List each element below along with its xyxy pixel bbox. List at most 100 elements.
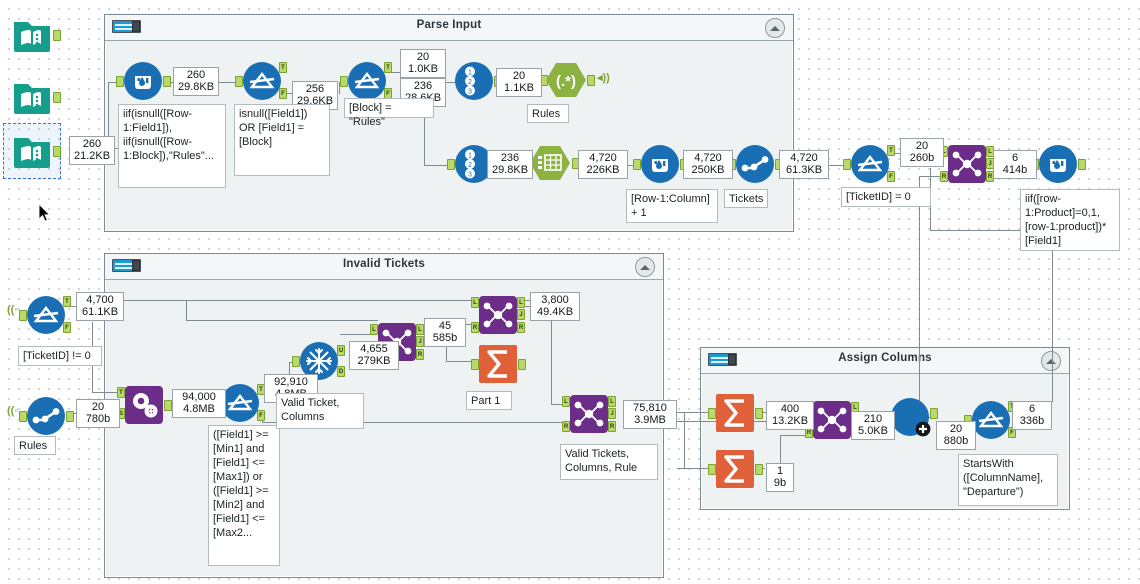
filter-tool[interactable]: T F [843,145,895,183]
filter-tool[interactable]: ((◦ T F [7,296,71,334]
output-connector[interactable] [755,464,763,475]
tool-label[interactable]: Rules [14,436,56,455]
join-label[interactable]: Valid Ticket, Columns [276,393,364,429]
tool-label[interactable]: Part 1 [466,391,512,410]
join-output-connector[interactable]: J [517,309,525,320]
input-data-tool[interactable] [12,78,61,116]
filter-tool[interactable]: T F [213,384,265,422]
false-output-connector[interactable]: F [279,88,287,99]
left-output-connector[interactable]: L [608,396,616,407]
target-input-connector[interactable]: T [117,387,125,398]
chevron-up-icon[interactable] [765,18,785,38]
false-output-connector[interactable]: F [257,410,265,421]
record-count-bubble[interactable]: 3,800 49.4KB [530,292,580,321]
right-input-connector[interactable]: R [471,322,479,333]
input-connector[interactable] [292,356,300,367]
left-output-connector[interactable]: L [517,297,525,308]
input-connector[interactable] [708,464,716,475]
filter-annotation[interactable]: [Block] = "Rules" [344,98,434,128]
record-count-bubble[interactable]: 260 21.2KB [69,136,115,165]
record-count-bubble[interactable]: 20 780b [76,399,120,428]
true-output-connector[interactable]: T [384,62,392,73]
true-output-connector[interactable]: T [63,296,71,307]
unique-output-connector[interactable]: U [337,345,345,356]
join-label[interactable]: Valid Tickets, Columns, Rule [560,444,658,480]
left-input-connector[interactable]: L [562,396,570,407]
record-count-bubble[interactable]: 1 9b [766,463,794,492]
record-count-bubble[interactable]: 20 1.0KB [400,49,446,78]
left-output-connector[interactable]: L [416,324,424,335]
record-count-bubble[interactable]: 4,700 61.1KB [76,292,124,321]
input-connector[interactable] [447,159,455,170]
record-id-tool[interactable]: 1 2 3 [455,62,502,100]
right-input-connector[interactable]: R [940,171,948,182]
join-tool[interactable]: R L J R [805,401,859,439]
sort-tool[interactable]: ((◦ [7,397,74,435]
output-connector[interactable] [930,408,938,419]
output-connector[interactable] [53,92,61,103]
filter-annotation[interactable]: ([Field1] >= [Min1] and [Field1] <= [Max… [208,425,280,566]
output-connector[interactable] [755,408,763,419]
multirow-annotation[interactable]: iif([row-1:Product]=0,1, [row-1:product]… [1020,189,1120,251]
append-fields-tool[interactable]: T S [117,386,172,424]
tool-label[interactable]: Rules [527,104,569,123]
record-count-bubble[interactable]: 94,000 4.8MB [172,389,226,418]
join-tool[interactable]: L R L J R [940,145,994,183]
join-tool[interactable]: L R L J R [471,296,525,334]
right-output-connector[interactable]: R [416,349,424,360]
join-tool[interactable]: L R L J R [562,395,616,433]
input-connector[interactable] [843,159,851,170]
filter-annotation[interactable]: [TicketID] = 0 [841,187,931,207]
record-count-bubble[interactable]: 4,655 279KB [349,341,399,370]
record-count-bubble[interactable]: 4,720 250KB [683,150,733,179]
sort-tool[interactable] [728,145,783,183]
false-output-connector[interactable]: F [887,171,895,182]
input-connector[interactable] [19,411,27,422]
record-count-bubble[interactable]: 20 1.1KB [496,68,542,97]
record-count-bubble[interactable]: 236 29.8KB [487,150,533,179]
input-connector[interactable] [471,359,479,370]
filter-tool[interactable]: T F [340,62,392,100]
input-connector[interactable] [340,76,348,87]
record-count-bubble[interactable]: 45 585b [424,318,466,347]
filter-annotation[interactable]: StartsWith ([ColumnName], "Departure") [958,454,1058,506]
record-count-bubble[interactable]: 20 260b [900,138,944,167]
true-output-connector[interactable]: T [279,62,287,73]
record-count-bubble[interactable]: 4,720 61.3KB [779,150,829,179]
true-output-connector[interactable]: T [887,145,895,156]
left-input-connector[interactable]: L [370,324,378,335]
output-connector[interactable] [53,146,61,157]
left-input-connector[interactable]: L [471,297,479,308]
formula-tool[interactable] [116,62,171,100]
text-to-columns-macro-tool[interactable] [529,144,580,182]
record-count-bubble[interactable]: 75,810 3.9MB [623,400,677,429]
record-count-bubble[interactable]: 20 880b [936,421,976,450]
duplicate-output-connector[interactable]: D [337,366,345,377]
input-data-tool[interactable] [12,16,61,54]
regex-macro-tool[interactable]: (.*) ◂)) [540,61,610,99]
output-connector[interactable] [1078,159,1086,170]
input-data-tool-selected[interactable] [3,123,61,179]
right-output-connector[interactable]: R [517,322,525,333]
output-connector[interactable] [66,411,74,422]
multirow-annotation[interactable]: [Row-1:Column] + 1 [626,189,718,223]
input-connector[interactable] [633,159,641,170]
record-count-bubble[interactable]: 210 5.0KB [851,411,895,440]
input-connector[interactable] [116,76,124,87]
tool-label[interactable]: Tickets [724,189,768,208]
output-connector[interactable] [163,76,171,87]
output-connector[interactable] [587,75,595,86]
filter-tool[interactable]: T F [964,401,1016,439]
add-tool-placeholder[interactable] [891,398,938,437]
multi-row-formula-tool[interactable] [633,145,688,183]
output-connector[interactable] [164,400,172,411]
filter-annotation[interactable]: [TicketID] != 0 [18,346,102,366]
summarize-tool[interactable] [708,450,763,488]
record-count-bubble[interactable]: 260 29.8KB [173,67,219,96]
join-output-connector[interactable]: J [608,408,616,419]
record-count-bubble[interactable]: 6 336b [1012,401,1052,430]
formula-annotation[interactable]: iif(isnull([Row-1:Field1]), iif(isnull([… [118,104,226,188]
output-connector[interactable] [53,30,61,41]
chevron-up-icon[interactable] [1041,351,1061,371]
right-input-connector[interactable]: R [562,421,570,432]
